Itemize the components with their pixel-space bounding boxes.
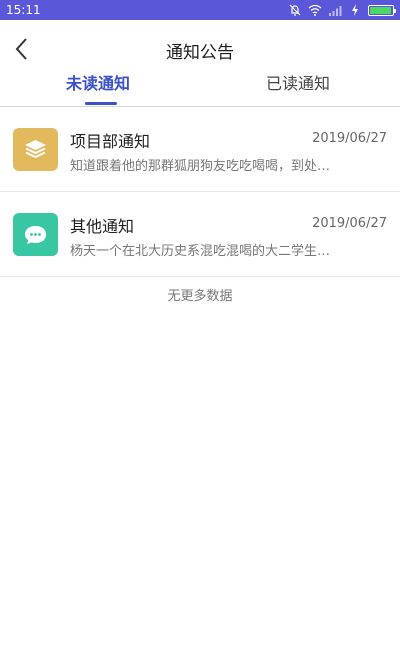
signal-icon xyxy=(329,6,342,16)
chat-bubble-icon xyxy=(25,226,46,244)
tab-unread[interactable]: 未读通知 xyxy=(66,70,130,94)
list-item[interactable]: 项目部通知 2019/06/27 知道跟着他的那群狐朋狗友吃吃喝喝，到处… xyxy=(0,107,400,192)
tab-indicator xyxy=(85,102,117,105)
notification-date: 2019/06/27 xyxy=(312,131,387,146)
wifi-icon xyxy=(308,4,322,16)
page-title: 通知公告 xyxy=(166,43,234,63)
no-more-data-text: 无更多数据 xyxy=(167,289,233,304)
tab-read[interactable]: 已读通知 xyxy=(266,70,330,94)
charging-icon xyxy=(352,4,358,16)
notification-title: 项目部通知 xyxy=(70,132,151,151)
notification-list: 项目部通知 2019/06/27 知道跟着他的那群狐朋狗友吃吃喝喝，到处… 其他… xyxy=(0,107,400,277)
notification-snippet: 知道跟着他的那群狐朋狗友吃吃喝喝，到处… xyxy=(70,159,331,174)
status-bar: 15:11 xyxy=(0,0,400,20)
status-time: 15:11 xyxy=(6,3,41,17)
list-item[interactable]: 其他通知 2019/06/27 杨天一个在北大历史系混吃混喝的大二学生… xyxy=(0,192,400,277)
notification-title: 其他通知 xyxy=(70,217,135,236)
notification-snippet: 杨天一个在北大历史系混吃混喝的大二学生… xyxy=(70,244,331,259)
battery-level xyxy=(370,6,391,14)
status-icons xyxy=(288,3,396,17)
notification-date: 2019/06/27 xyxy=(312,216,387,231)
bell-off-icon xyxy=(289,4,301,16)
layers-icon xyxy=(25,140,46,158)
battery-icon xyxy=(368,4,396,16)
notification-thumb xyxy=(13,213,58,256)
notification-thumb xyxy=(13,128,58,171)
tab-bar: 未读通知 已读通知 xyxy=(0,64,400,106)
